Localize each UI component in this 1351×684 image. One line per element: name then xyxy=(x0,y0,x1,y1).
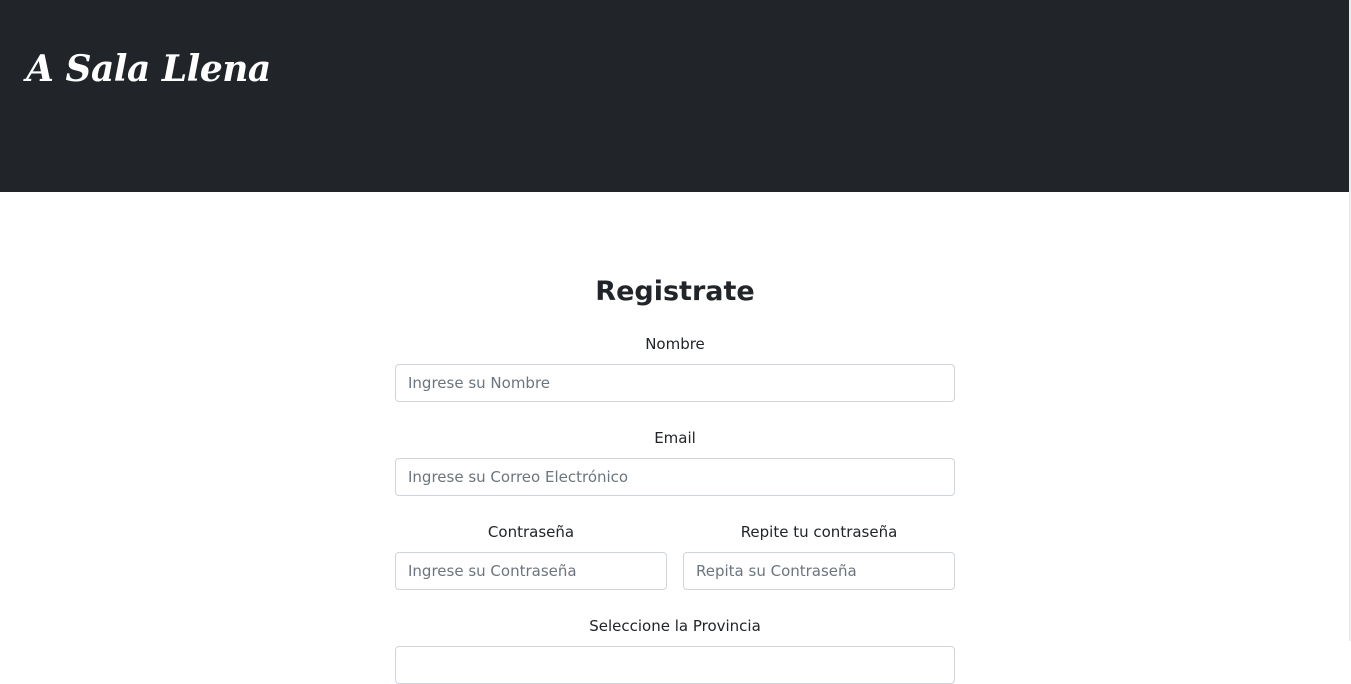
password-input[interactable] xyxy=(395,552,667,590)
site-header: A Sala Llena xyxy=(0,0,1349,192)
provincia-group: Seleccione la Provincia xyxy=(395,616,955,684)
email-label: Email xyxy=(654,429,696,447)
provincia-label: Seleccione la Provincia xyxy=(589,617,761,635)
nombre-input[interactable] xyxy=(395,364,955,402)
password-label: Contraseña xyxy=(487,523,575,541)
password-repeat-label: Repite tu contraseña xyxy=(740,523,898,541)
nombre-label: Nombre xyxy=(645,335,705,353)
nombre-group: Nombre xyxy=(395,334,955,402)
provincia-select[interactable] xyxy=(395,646,955,684)
email-input[interactable] xyxy=(395,458,955,496)
password-group: Contraseña xyxy=(395,522,667,590)
registration-form: Registrate Nombre Email Contraseña Repit… xyxy=(395,272,955,684)
password-repeat-input[interactable] xyxy=(683,552,955,590)
password-repeat-group: Repite tu contraseña xyxy=(683,522,955,590)
form-title: Registrate xyxy=(595,276,755,307)
email-group: Email xyxy=(395,428,955,496)
brand-logo-link[interactable]: A Sala Llena xyxy=(26,49,271,90)
